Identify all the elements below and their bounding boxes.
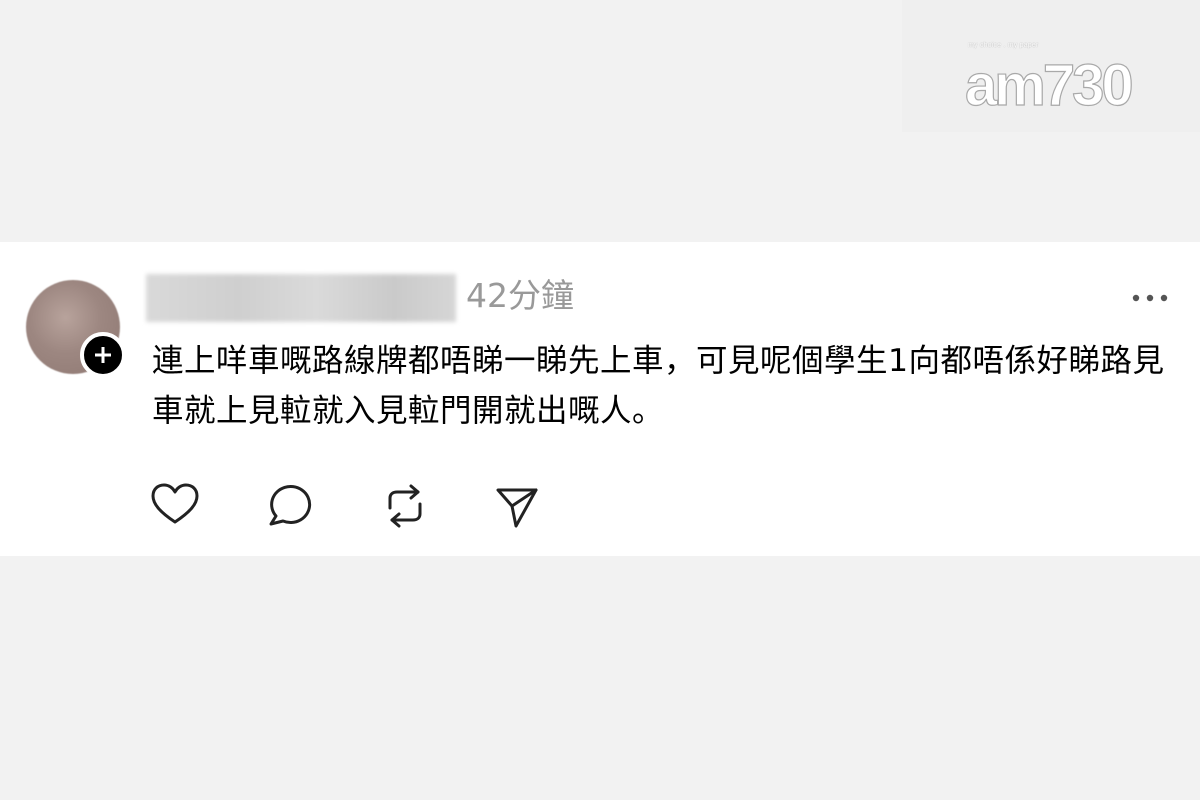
send-icon	[496, 488, 538, 528]
am730-logo: am730 my choice . my paper	[965, 38, 1150, 110]
share-button[interactable]	[492, 482, 542, 530]
logo-tagline: my choice . my paper	[968, 42, 1039, 49]
repost-icon	[388, 484, 422, 528]
post-text: 連上咩車嘅路線牌都唔睇一睇先上車，可見呢個學生1向都唔係好睇路見車就上見𨋢就入見…	[152, 343, 1165, 429]
plus-icon	[95, 347, 111, 363]
follow-button[interactable]	[80, 332, 126, 378]
post-card: 42分鐘 連上咩車嘅路線牌都唔睇一睇先上車，可見呢個學生1向都唔係好睇路見車就上…	[0, 242, 1200, 556]
comment-button[interactable]	[266, 482, 316, 530]
more-dots-icon	[1132, 294, 1168, 302]
svg-text:am730: am730	[965, 53, 1131, 110]
username-blurred[interactable]	[146, 274, 456, 322]
repost-button[interactable]	[380, 482, 430, 530]
like-button[interactable]	[150, 482, 200, 530]
more-options-button[interactable]	[1128, 286, 1172, 310]
comment-icon	[269, 485, 312, 526]
post-timestamp: 42分鐘	[466, 276, 574, 315]
heart-icon	[151, 483, 199, 524]
